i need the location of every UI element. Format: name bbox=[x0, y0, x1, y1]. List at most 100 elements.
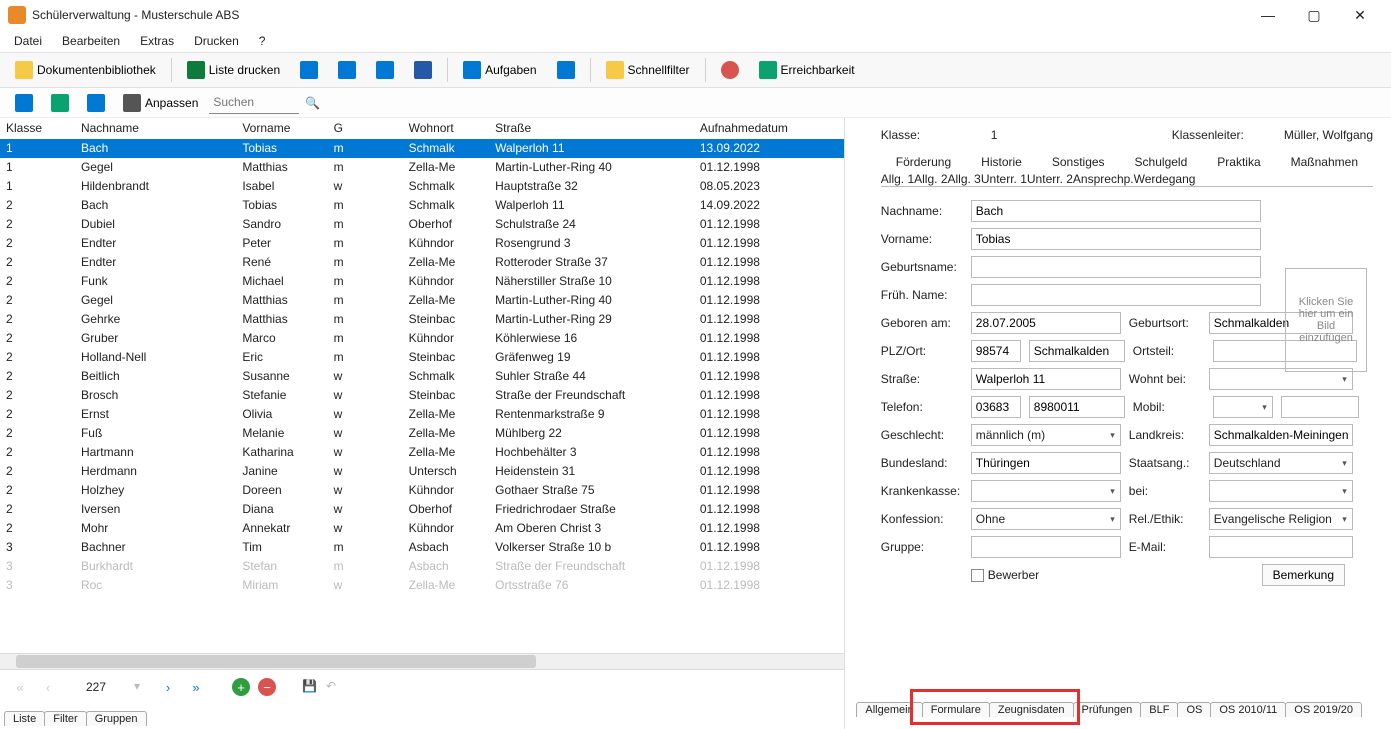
input-tel1[interactable] bbox=[971, 396, 1021, 418]
prev-button[interactable]: ‹ bbox=[38, 677, 58, 697]
table-row[interactable]: 2MohrAnnekatrwKühndorAm Oberen Christ 30… bbox=[0, 519, 844, 538]
select-bei[interactable]: ▾ bbox=[1209, 480, 1353, 502]
tab-historie[interactable]: Historie bbox=[966, 151, 1037, 172]
tool-grid[interactable] bbox=[550, 57, 582, 83]
funnel-icon[interactable]: ▾ bbox=[134, 679, 150, 695]
tool-export2[interactable] bbox=[331, 57, 363, 83]
tab-ansprechp[interactable]: Ansprechp. bbox=[1073, 172, 1134, 186]
tool-word[interactable] bbox=[407, 57, 439, 83]
tab-sonstiges[interactable]: Sonstiges bbox=[1037, 151, 1120, 172]
input-strasse[interactable] bbox=[971, 368, 1121, 390]
table-row[interactable]: 2ErnstOliviawZella-MeRentenmarkstraße 90… bbox=[0, 405, 844, 424]
select-staatsang[interactable]: Deutschland▾ bbox=[1209, 452, 1353, 474]
dokumentenbibliothek-button[interactable]: Dokumentenbibliothek bbox=[8, 57, 163, 83]
table-row[interactable]: 3BachnerTimmAsbachVolkerser Straße 10 b0… bbox=[0, 538, 844, 557]
tool-export1[interactable] bbox=[293, 57, 325, 83]
input-vorname[interactable] bbox=[971, 228, 1261, 250]
minimize-button[interactable]: — bbox=[1245, 0, 1291, 30]
input-tel2[interactable] bbox=[1029, 396, 1125, 418]
erreichbarkeit-button[interactable]: Erreichbarkeit bbox=[752, 57, 862, 83]
tool-export3[interactable] bbox=[369, 57, 401, 83]
tab-zeugnisdaten[interactable]: Zeugnisdaten bbox=[989, 702, 1074, 717]
last-button[interactable]: » bbox=[186, 677, 206, 697]
tab-praktika[interactable]: Praktika bbox=[1202, 151, 1275, 172]
select-geschlecht[interactable]: männlich (m)▾ bbox=[971, 424, 1121, 446]
tab-unterr1[interactable]: Unterr. 1 bbox=[981, 172, 1027, 186]
tab-os[interactable]: OS bbox=[1177, 702, 1211, 717]
input-geboren[interactable] bbox=[971, 312, 1121, 334]
schnellfilter-button[interactable]: Schnellfilter bbox=[599, 57, 697, 83]
bewerber-checkbox[interactable]: Bewerber bbox=[971, 568, 1039, 582]
tab-pruefungen[interactable]: Prüfungen bbox=[1073, 702, 1142, 717]
col-vorname[interactable]: Vorname bbox=[236, 118, 327, 139]
horizontal-scrollbar[interactable] bbox=[0, 653, 844, 669]
menu-bearbeiten[interactable]: Bearbeiten bbox=[52, 32, 130, 50]
table-row[interactable]: 2HolzheyDoreenwKühndorGothaer Straße 750… bbox=[0, 481, 844, 500]
input-plz[interactable] bbox=[971, 340, 1021, 362]
add-button[interactable]: + bbox=[232, 678, 250, 696]
liste-drucken-button[interactable]: Liste drucken bbox=[180, 57, 287, 83]
maximize-button[interactable]: ▢ bbox=[1291, 0, 1337, 30]
menu-datei[interactable]: Datei bbox=[4, 32, 52, 50]
col-strasse[interactable]: Straße bbox=[489, 118, 694, 139]
table-row[interactable]: 2GruberMarcomKühndorKöhlerwiese 1601.12.… bbox=[0, 329, 844, 348]
table-row[interactable]: 3BurkhardtStefanmAsbachStraße der Freund… bbox=[0, 557, 844, 576]
table-row[interactable]: 1BachTobiasmSchmalkWalperloh 1113.09.202… bbox=[0, 139, 844, 158]
close-button[interactable]: ✕ bbox=[1337, 0, 1383, 30]
tab-filter[interactable]: Filter bbox=[44, 711, 86, 726]
col-g[interactable]: G bbox=[328, 118, 403, 139]
col-wohnort[interactable]: Wohnort bbox=[403, 118, 490, 139]
input-ort[interactable] bbox=[1029, 340, 1125, 362]
table-row[interactable]: 2HerdmannJaninewUnterschHeidenstein 3101… bbox=[0, 462, 844, 481]
input-nachname[interactable] bbox=[971, 200, 1261, 222]
tab-formulare[interactable]: Formulare bbox=[922, 702, 990, 717]
table-row[interactable]: 2Holland-NellEricmSteinbacGräfenweg 1901… bbox=[0, 348, 844, 367]
table-row[interactable]: 2DubielSandromOberhofSchulstraße 2401.12… bbox=[0, 215, 844, 234]
table-row[interactable]: 2HartmannKatharinawZella-MeHochbehälter … bbox=[0, 443, 844, 462]
tab-schulgeld[interactable]: Schulgeld bbox=[1120, 151, 1203, 172]
menu-help[interactable]: ? bbox=[249, 32, 276, 50]
table-row[interactable]: 2EndterPetermKühndorRosengrund 301.12.19… bbox=[0, 234, 844, 253]
tab-massnahmen[interactable]: Maßnahmen bbox=[1276, 151, 1373, 172]
student-table[interactable]: Klasse Nachname Vorname G Wohnort Straße… bbox=[0, 118, 844, 595]
table-header[interactable]: Klasse Nachname Vorname G Wohnort Straße… bbox=[0, 118, 844, 139]
tab-allg1[interactable]: Allg. 1 bbox=[881, 172, 914, 186]
search-icon[interactable]: 🔍 bbox=[305, 96, 320, 110]
input-email[interactable] bbox=[1209, 536, 1353, 558]
table-row[interactable]: 1HildenbrandtIsabelwSchmalkHauptstraße 3… bbox=[0, 177, 844, 196]
table-row[interactable]: 2FußMelaniewZella-MeMühlberg 2201.12.199… bbox=[0, 424, 844, 443]
first-button[interactable]: « bbox=[10, 677, 30, 697]
select-konfession[interactable]: Ohne▾ bbox=[971, 508, 1121, 530]
input-fruehname[interactable] bbox=[971, 284, 1261, 306]
input-mobil2[interactable] bbox=[1281, 396, 1359, 418]
remove-button[interactable]: − bbox=[258, 678, 276, 696]
tab-liste[interactable]: Liste bbox=[4, 711, 45, 726]
tab-allg2[interactable]: Allg. 2 bbox=[914, 172, 947, 186]
table-row[interactable]: 2IversenDianawOberhofFriedrichrodaer Str… bbox=[0, 500, 844, 519]
input-geburtsname[interactable] bbox=[971, 256, 1261, 278]
save-icon[interactable]: 💾 bbox=[302, 679, 318, 695]
tab-os201011[interactable]: OS 2010/11 bbox=[1210, 702, 1286, 717]
settings-button[interactable]: Anpassen bbox=[116, 90, 205, 116]
tab-unterr2[interactable]: Unterr. 2 bbox=[1027, 172, 1073, 186]
input-gruppe[interactable] bbox=[971, 536, 1121, 558]
table-row[interactable]: 1GegelMatthiasmZella-MeMartin-Luther-Rin… bbox=[0, 158, 844, 177]
input-bundesland[interactable] bbox=[971, 452, 1121, 474]
table-row[interactable]: 2BeitlichSusannewSchmalkSuhler Straße 44… bbox=[0, 367, 844, 386]
select-mobil1[interactable]: ▾ bbox=[1213, 396, 1273, 418]
tree-button[interactable] bbox=[8, 90, 40, 116]
tab-allgemein[interactable]: Allgemein bbox=[856, 702, 922, 717]
tab-blf[interactable]: BLF bbox=[1140, 702, 1178, 717]
check-button[interactable] bbox=[44, 90, 76, 116]
menu-extras[interactable]: Extras bbox=[130, 32, 184, 50]
undo-icon[interactable]: ↶ bbox=[326, 679, 342, 695]
tab-gruppen[interactable]: Gruppen bbox=[86, 711, 147, 726]
col-nachname[interactable]: Nachname bbox=[75, 118, 236, 139]
table-row[interactable]: 2GehrkeMatthiasmSteinbacMartin-Luther-Ri… bbox=[0, 310, 844, 329]
tool-clock[interactable] bbox=[714, 57, 746, 83]
col-aufnahme[interactable]: Aufnahmedatum bbox=[694, 118, 844, 139]
table-row[interactable]: 2BachTobiasmSchmalkWalperloh 1114.09.202… bbox=[0, 196, 844, 215]
tab-werdegang[interactable]: Werdegang bbox=[1134, 172, 1196, 186]
aufgaben-button[interactable]: Aufgaben bbox=[456, 57, 543, 83]
table-row[interactable]: 2EndterRenémZella-MeRotteroder Straße 37… bbox=[0, 253, 844, 272]
